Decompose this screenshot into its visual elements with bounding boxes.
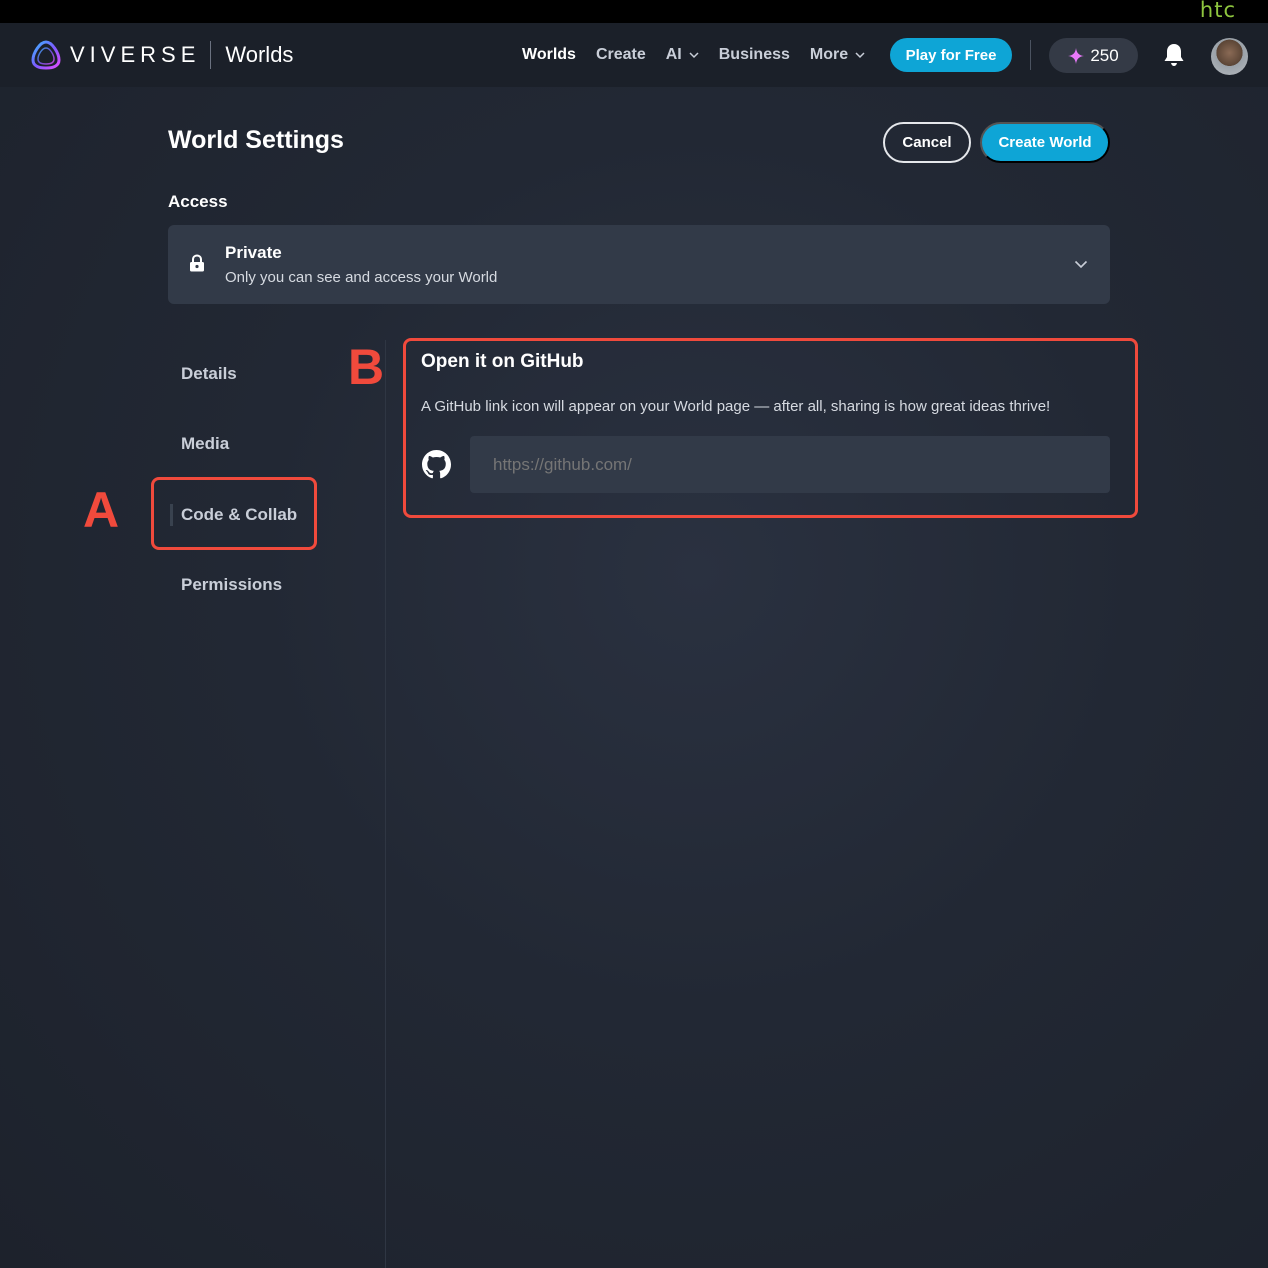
bell-icon[interactable] xyxy=(1162,42,1186,68)
nav-links: Worlds Create AI Business More xyxy=(522,23,885,87)
nav-link-business[interactable]: Business xyxy=(719,46,790,64)
nav-link-create[interactable]: Create xyxy=(596,46,646,64)
sparkle-icon xyxy=(1068,47,1085,64)
htc-logo: htc xyxy=(1199,0,1236,22)
brand-separator xyxy=(210,41,212,69)
chevron-down-icon xyxy=(855,52,865,59)
chevron-down-icon xyxy=(689,52,699,59)
nav-link-label: AI xyxy=(665,46,682,63)
nav-link-label: Business xyxy=(718,46,790,63)
lock-icon xyxy=(190,254,204,272)
sidenav-item-media[interactable]: Media xyxy=(181,434,229,454)
access-label: Access xyxy=(168,192,228,211)
avatar[interactable] xyxy=(1211,38,1248,75)
access-value-description: Only you can see and access your World xyxy=(225,269,498,286)
chevron-down-icon xyxy=(1074,260,1088,269)
create-world-button[interactable]: Create World xyxy=(980,122,1110,163)
sidenav-divider xyxy=(385,340,386,1268)
annotation-box-b xyxy=(403,338,1138,518)
nav-link-label: Worlds xyxy=(522,46,576,63)
annotation-label-b: B xyxy=(348,339,385,395)
nav-divider xyxy=(1030,40,1031,70)
annotation-label-a: A xyxy=(83,482,120,538)
page-title: World Settings xyxy=(168,126,344,154)
play-for-free-button[interactable]: Play for Free xyxy=(890,38,1012,72)
brand-name: VIVERSE xyxy=(70,42,201,67)
nav-link-label: Create xyxy=(595,46,646,63)
access-select[interactable]: Private Only you can see and access your… xyxy=(168,225,1110,304)
sidenav-item-details[interactable]: Details xyxy=(181,364,237,384)
nav-link-label: More xyxy=(809,46,849,63)
nav-link-ai[interactable]: AI xyxy=(666,46,699,64)
nav-link-more[interactable]: More xyxy=(810,46,865,64)
access-value-title: Private xyxy=(225,243,282,262)
top-navbar: VIVERSE Worlds Worlds Create AI Business… xyxy=(0,23,1268,87)
annotation-box-a xyxy=(151,477,317,550)
credits-count: 250 xyxy=(1090,45,1119,65)
viverse-logo-icon xyxy=(31,40,61,70)
brand-product: Worlds xyxy=(225,42,294,67)
cancel-button[interactable]: Cancel xyxy=(883,122,971,163)
credits-badge[interactable]: 250 xyxy=(1049,38,1138,73)
nav-link-worlds[interactable]: Worlds xyxy=(522,46,576,64)
brand-logo[interactable]: VIVERSE Worlds xyxy=(30,39,293,71)
system-top-strip: htc xyxy=(0,0,1268,23)
sidenav-item-permissions[interactable]: Permissions xyxy=(181,575,282,595)
